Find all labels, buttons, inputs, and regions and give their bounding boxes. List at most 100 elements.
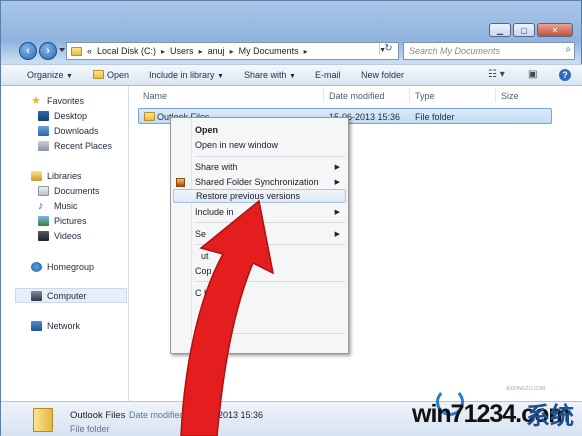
watermark: win71234.com AXIONGZU.COM 系统 — [406, 386, 581, 434]
menu-item-properties[interactable]: erties — [207, 340, 229, 350]
include-in-library-button[interactable]: Include in library ▼ — [149, 70, 224, 80]
column-header-date-modified[interactable]: Date modified — [329, 91, 385, 101]
explorer-window: ▁ ▢ ✕ ‹ › « Local Disk (C:) ▸ Users ▸ an… — [0, 0, 582, 436]
preview-pane-icon[interactable]: ▣ — [528, 69, 537, 80]
column-divider[interactable] — [409, 88, 410, 102]
pictures-icon — [38, 216, 49, 226]
search-input[interactable]: Search My Documents ⌕ — [403, 42, 575, 60]
nav-label: Desktop — [54, 111, 88, 121]
command-bar: Organize ▼ Open Include in library ▼ Sha… — [1, 64, 582, 86]
open-button[interactable]: Open — [93, 70, 129, 80]
nav-videos[interactable]: Videos — [38, 231, 81, 241]
menu-item-create-shortcut[interactable]: C hortcut — [195, 288, 232, 298]
column-header-type[interactable]: Type — [415, 91, 435, 101]
nav-label: Videos — [54, 231, 82, 241]
new-folder-button[interactable]: New folder — [361, 70, 404, 80]
open-label: Open — [107, 70, 130, 80]
homegroup-icon — [31, 262, 42, 272]
computer-icon — [31, 291, 42, 301]
chevron-down-icon: ▼ — [217, 73, 224, 80]
breadcrumb-separator-icon[interactable]: ▸ — [161, 47, 165, 56]
help-icon[interactable]: ? — [559, 69, 571, 81]
menu-label: Share with — [195, 162, 238, 172]
refresh-button[interactable]: ↻ — [379, 43, 397, 55]
back-button[interactable]: ‹ — [19, 42, 37, 60]
title-bar: ▁ ▢ ✕ — [1, 1, 582, 39]
menu-separator — [195, 244, 345, 245]
menu-item-shared-folder-sync[interactable]: Shared Folder Synchronization — [195, 177, 319, 187]
share-with-button[interactable]: Share with ▼ — [244, 70, 296, 80]
address-bar[interactable]: « Local Disk (C:) ▸ Users ▸ anuj ▸ My Do… — [66, 42, 399, 60]
menu-item-share-with[interactable]: Share with — [195, 162, 345, 172]
menu-item-rename[interactable]: me — [209, 318, 222, 328]
breadcrumb-anuj[interactable]: anuj — [208, 46, 225, 56]
documents-icon — [38, 186, 49, 196]
menu-item-send-to[interactable]: Se — [195, 229, 206, 239]
email-button[interactable]: E-mail — [315, 70, 341, 80]
column-header-name[interactable]: Name — [143, 91, 167, 101]
nav-label: Computer — [47, 291, 87, 301]
view-options-icon[interactable]: ☷ ▾ — [488, 69, 505, 80]
nav-network[interactable]: Network — [31, 321, 80, 331]
chevron-down-icon: ▼ — [289, 73, 296, 80]
nav-label: Network — [47, 321, 81, 331]
nav-label: Libraries — [47, 171, 82, 181]
menu-item-restore-previous-versions[interactable]: Restore previous versions — [173, 189, 346, 203]
recent-pages-dropdown[interactable] — [59, 48, 65, 52]
breadcrumb-separator-icon[interactable]: ▸ — [304, 47, 308, 56]
details-date-label: Date modified — [129, 410, 185, 420]
menu-item-cut[interactable]: ut — [201, 251, 209, 261]
nav-recent-places[interactable]: Recent Places — [38, 141, 112, 151]
close-button[interactable]: ✕ — [537, 23, 573, 37]
breadcrumb-my-documents[interactable]: My Documents — [239, 46, 299, 56]
column-divider[interactable] — [323, 88, 324, 102]
nav-label: Downloads — [54, 126, 99, 136]
recent-places-icon — [38, 141, 49, 151]
details-type: File folder — [70, 424, 110, 434]
breadcrumb-users[interactable]: Users — [170, 46, 194, 56]
nav-desktop[interactable]: Desktop — [38, 111, 87, 121]
watermark-small-text: AXIONGZU.COM — [506, 386, 546, 392]
submenu-arrow-icon: ▶ — [334, 164, 340, 171]
nav-homegroup[interactable]: Homegroup — [31, 262, 94, 272]
details-name: Outlook Files — [70, 410, 126, 421]
videos-icon — [38, 231, 49, 241]
nav-label: Documents — [54, 186, 100, 196]
nav-downloads[interactable]: Downloads — [38, 126, 99, 136]
file-type: File folder — [415, 112, 455, 122]
submenu-arrow-icon: ▶ — [334, 179, 340, 186]
nav-libraries[interactable]: Libraries — [31, 171, 82, 181]
organize-button[interactable]: Organize ▼ — [27, 70, 73, 80]
search-icon[interactable]: ⌕ — [565, 44, 571, 55]
menu-item-copy[interactable]: Cop — [195, 266, 212, 276]
breadcrumb-separator-icon[interactable]: ▸ — [199, 47, 203, 56]
downloads-icon — [38, 126, 49, 136]
watermark-chinese-text: 系统 — [526, 402, 574, 430]
breadcrumb-local-disk[interactable]: Local Disk (C:) — [97, 46, 156, 56]
folder-icon — [93, 70, 104, 79]
nav-favorites[interactable]: ★ Favorites — [31, 96, 84, 107]
nav-music[interactable]: ♪ Music — [38, 200, 78, 212]
music-icon: ♪ — [38, 200, 44, 212]
menu-item-open-new-window[interactable]: Open in new window — [195, 140, 278, 150]
breadcrumb-overflow[interactable]: « — [87, 46, 92, 56]
minimize-button[interactable]: ▁ — [489, 23, 511, 37]
maximize-button[interactable]: ▢ — [513, 23, 535, 37]
column-divider[interactable] — [495, 88, 496, 102]
nav-pictures[interactable]: Pictures — [38, 216, 87, 226]
nav-computer[interactable]: Computer — [31, 291, 87, 301]
nav-label: Recent Places — [54, 141, 113, 151]
window-controls: ▁ ▢ ✕ — [489, 23, 573, 37]
nav-documents[interactable]: Documents — [38, 186, 100, 196]
column-header-size[interactable]: Size — [501, 91, 519, 101]
menu-item-open[interactable]: Open — [195, 125, 218, 135]
breadcrumb-separator-icon[interactable]: ▸ — [230, 47, 234, 56]
menu-item-include-in-library[interactable]: Include in — [195, 207, 234, 217]
libraries-icon — [31, 171, 42, 181]
context-menu: Open Open in new window Share with ▶ Sha… — [170, 117, 349, 354]
menu-separator — [195, 222, 345, 223]
submenu-arrow-icon: ▶ — [334, 231, 340, 238]
network-icon — [31, 321, 42, 331]
sync-icon — [176, 178, 185, 187]
forward-button[interactable]: › — [39, 42, 57, 60]
